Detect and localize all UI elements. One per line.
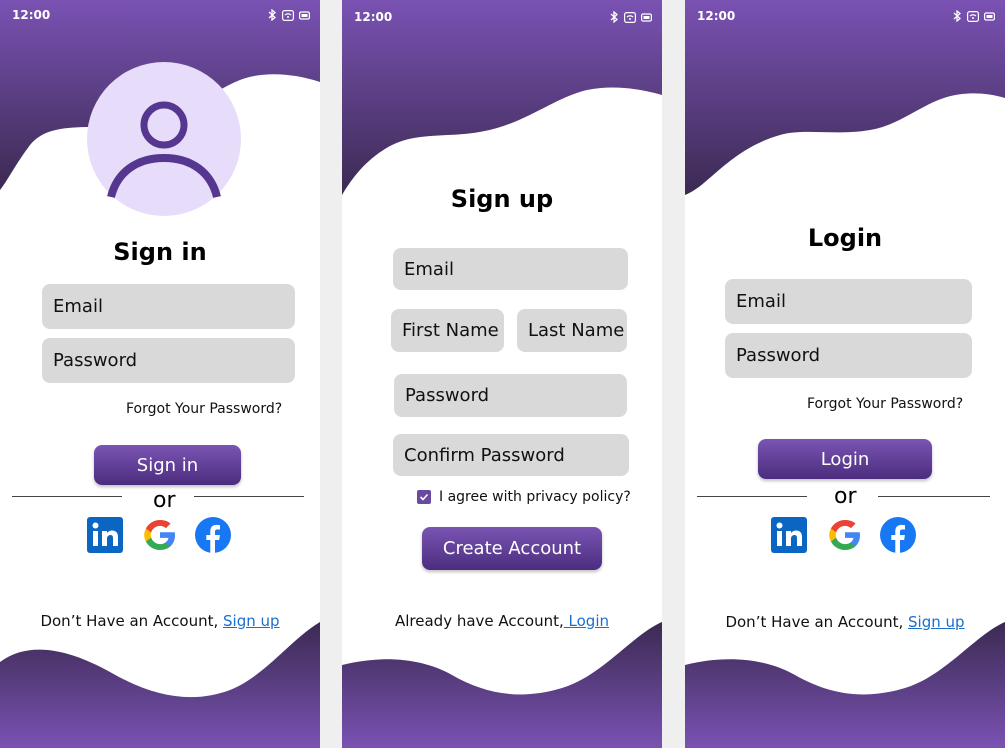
status-bar: 12:00 (697, 9, 995, 25)
page-title: Sign up (450, 185, 554, 213)
privacy-checkbox[interactable] (417, 490, 431, 504)
wifi-icon (624, 11, 636, 23)
google-icon[interactable] (827, 517, 863, 553)
status-bar: 12:00 (354, 10, 652, 26)
battery-icon (984, 11, 995, 21)
page-title: Login (807, 224, 883, 252)
signup-prompt-text: Don’t Have an Account, (725, 613, 909, 631)
email-field[interactable]: Email (725, 279, 972, 324)
divider-left (12, 496, 122, 497)
divider-right (194, 496, 304, 497)
divider-right (878, 496, 990, 497)
checkmark-icon (419, 493, 429, 501)
page-title: Sign in (113, 238, 207, 266)
sign-up-link[interactable]: Sign up (223, 612, 280, 630)
password-field[interactable]: Password (725, 333, 972, 378)
signup-prompt: Don’t Have an Account, Sign up (685, 613, 1005, 631)
last-name-field[interactable]: Last Name (517, 309, 627, 352)
wifi-icon (967, 10, 979, 22)
login-link[interactable]: Login (564, 612, 609, 630)
status-time: 12:00 (697, 9, 736, 23)
confirm-password-field[interactable]: Confirm Password (393, 434, 629, 476)
signin-screen: 12:00 Sign in Email Password Forgot Your… (0, 0, 320, 748)
login-screen: 12:00 Login Email Password Forgot Your P… (685, 0, 1005, 748)
avatar[interactable] (87, 62, 241, 216)
battery-icon (641, 12, 652, 22)
status-time: 12:00 (354, 10, 393, 24)
sign-in-button[interactable]: Sign in (94, 445, 241, 485)
create-account-button[interactable]: Create Account (422, 527, 602, 570)
sign-up-link[interactable]: Sign up (908, 613, 965, 631)
forgot-password-link[interactable]: Forgot Your Password? (126, 401, 282, 417)
status-bar: 12:00 (12, 8, 310, 24)
or-label: or (834, 484, 857, 509)
bluetooth-icon (953, 10, 961, 22)
privacy-label: I agree with privacy policy? (439, 489, 631, 505)
login-prompt: Already have Account, Login (342, 612, 662, 630)
wifi-icon (282, 9, 294, 21)
password-field[interactable]: Password (394, 374, 627, 417)
signup-prompt-text: Don’t Have an Account, (40, 612, 224, 630)
password-field[interactable]: Password (42, 338, 295, 383)
email-field[interactable]: Email (42, 284, 295, 329)
first-name-field[interactable]: First Name (391, 309, 504, 352)
privacy-agreement: I agree with privacy policy? (417, 489, 631, 505)
status-time: 12:00 (12, 8, 51, 22)
bluetooth-icon (268, 9, 276, 21)
facebook-icon[interactable] (195, 517, 231, 553)
or-label: or (153, 488, 176, 513)
login-prompt-text: Already have Account, (395, 612, 564, 630)
facebook-icon[interactable] (880, 517, 916, 553)
login-button[interactable]: Login (758, 439, 932, 479)
battery-icon (299, 10, 310, 20)
signup-screen: 12:00 Sign up Email First Name Last Name… (342, 0, 662, 748)
signup-prompt: Don’t Have an Account, Sign up (0, 612, 320, 630)
google-icon[interactable] (142, 517, 178, 553)
email-field[interactable]: Email (393, 248, 628, 290)
linkedin-icon[interactable] (87, 517, 123, 553)
linkedin-icon[interactable] (771, 517, 807, 553)
bluetooth-icon (610, 11, 618, 23)
divider-left (697, 496, 807, 497)
forgot-password-link[interactable]: Forgot Your Password? (807, 396, 963, 412)
